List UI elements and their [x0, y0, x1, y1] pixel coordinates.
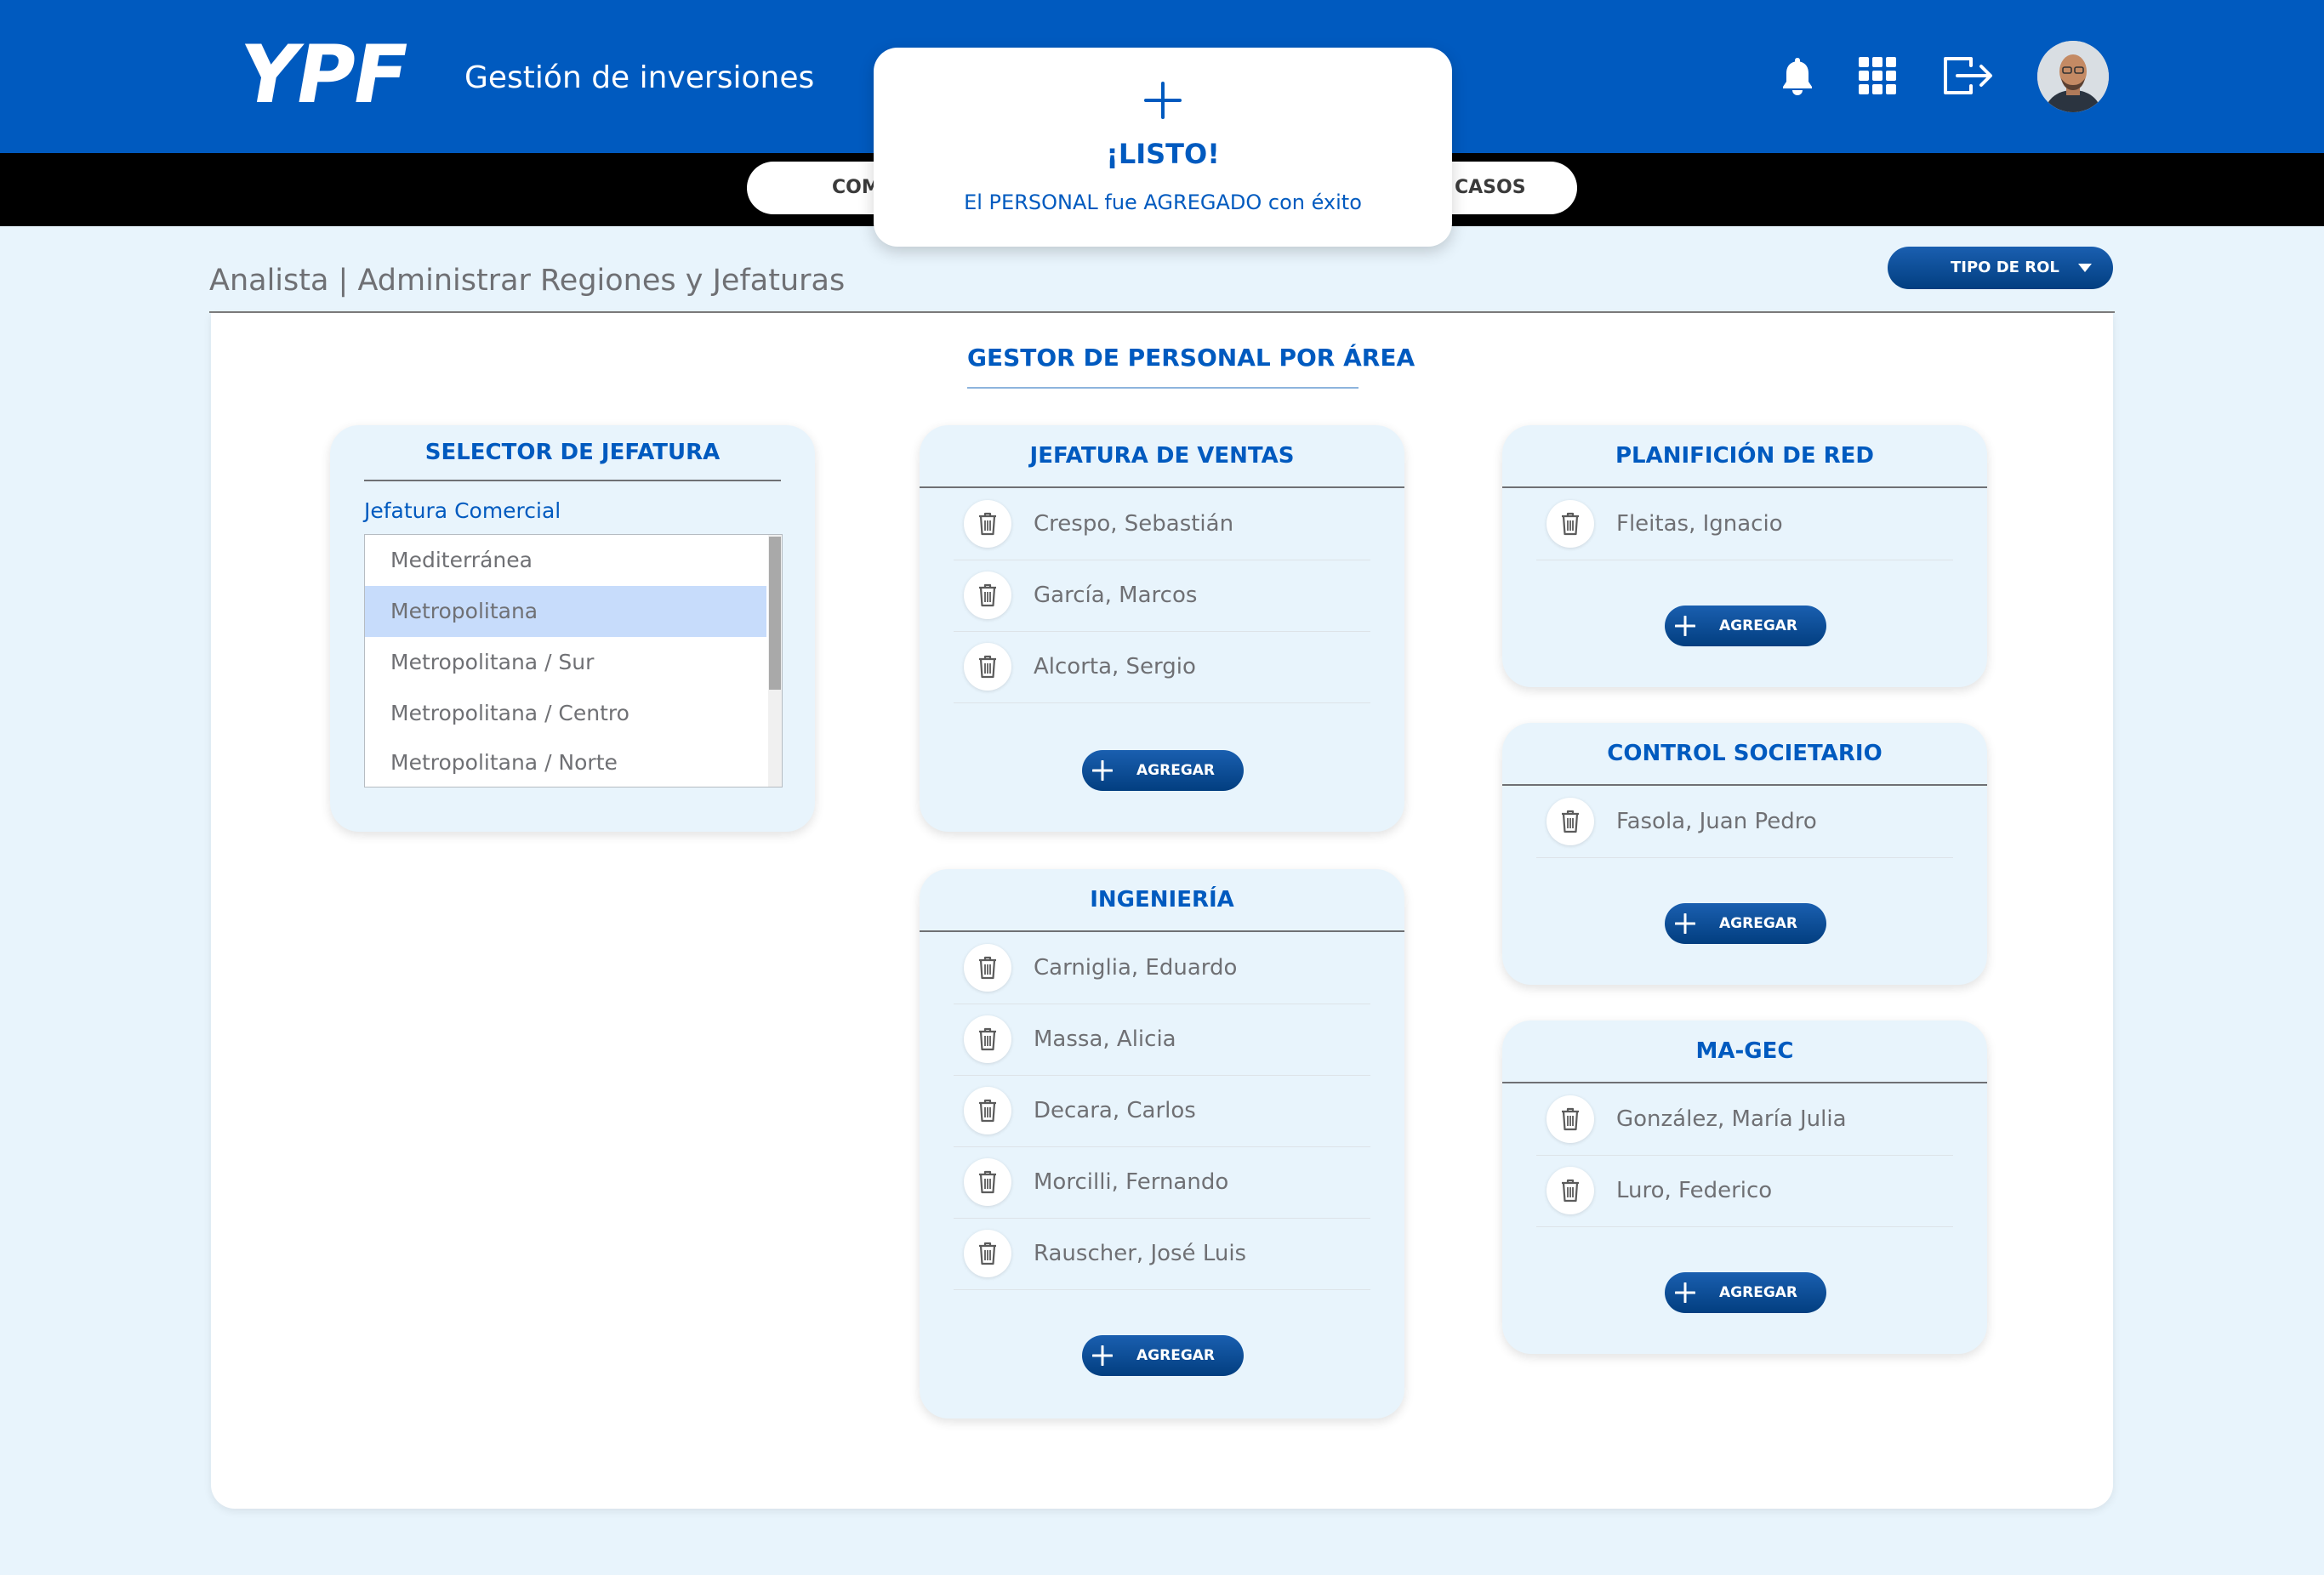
- role-type-label: TIPO DE ROL: [1951, 259, 2059, 276]
- option-mediterranea[interactable]: Mediterránea: [365, 535, 766, 586]
- card-title: CONTROL SOCIETARIO: [1502, 723, 1987, 786]
- option-metropolitana-norte[interactable]: Metropolitana / Norte: [365, 737, 766, 787]
- person-name: Massa, Alicia: [1034, 1026, 1176, 1052]
- logout-icon[interactable]: [1941, 49, 1994, 102]
- card-title: INGENIERÍA: [920, 869, 1404, 932]
- plus-icon: [1092, 760, 1113, 781]
- list-item: Alcorta, Sergio: [954, 631, 1370, 703]
- list-item: Morcilli, Fernando: [954, 1146, 1370, 1219]
- trash-icon[interactable]: [964, 1230, 1011, 1277]
- card-jefatura-ventas: JEFATURA DE VENTAS Crespo, Sebastián Gar…: [920, 425, 1404, 832]
- trash-icon[interactable]: [1546, 500, 1594, 548]
- add-button[interactable]: AGREGAR: [1665, 1272, 1826, 1313]
- list-item: Crespo, Sebastián: [954, 488, 1370, 560]
- card-title: MA-GEC: [1502, 1021, 1987, 1083]
- list-item: García, Marcos: [954, 560, 1370, 632]
- trash-icon[interactable]: [1546, 798, 1594, 845]
- add-button-label: AGREGAR: [1136, 762, 1216, 779]
- toast-title: ¡LISTO!: [1106, 138, 1220, 170]
- person-name: González, María Julia: [1616, 1106, 1847, 1132]
- card-title: PLANIFICIÓN DE RED: [1502, 425, 1987, 488]
- card-planificacion-red: PLANIFICIÓN DE RED Fleitas, Ignacio AGRE…: [1502, 425, 1987, 687]
- list-item: Fasola, Juan Pedro: [1536, 786, 1953, 858]
- list-item: Carniglia, Eduardo: [954, 932, 1370, 1004]
- card-ma-gec: MA-GEC González, María Julia Luro, Feder…: [1502, 1021, 1987, 1354]
- trash-icon[interactable]: [964, 944, 1011, 992]
- listbox-scroll-thumb[interactable]: [769, 537, 781, 690]
- add-button-label: AGREGAR: [1136, 1347, 1216, 1364]
- plus-icon: [1675, 1282, 1695, 1303]
- listbox-scrollbar[interactable]: [768, 535, 782, 787]
- person-name: Decara, Carlos: [1034, 1098, 1196, 1123]
- person-name: Fasola, Juan Pedro: [1616, 809, 1817, 834]
- success-toast: ¡LISTO! El PERSONAL fue AGREGADO con éxi…: [874, 48, 1452, 247]
- person-name: Rauscher, José Luis: [1034, 1241, 1247, 1266]
- toast-message: El PERSONAL fue AGREGADO con éxito: [964, 190, 1362, 214]
- add-button-label: AGREGAR: [1719, 915, 1798, 932]
- person-name: Carniglia, Eduardo: [1034, 955, 1238, 981]
- plus-icon: [1675, 616, 1695, 636]
- list-item: Luro, Federico: [1536, 1155, 1953, 1227]
- add-button[interactable]: AGREGAR: [1665, 903, 1826, 944]
- user-avatar[interactable]: [2037, 41, 2109, 112]
- list-item: Massa, Alicia: [954, 1004, 1370, 1076]
- selector-title-underline: [364, 480, 781, 481]
- apps-grid-icon[interactable]: [1851, 49, 1904, 102]
- list-item: Decara, Carlos: [954, 1075, 1370, 1147]
- list-item: Fleitas, Ignacio: [1536, 488, 1953, 560]
- option-metropolitana-centro[interactable]: Metropolitana / Centro: [365, 688, 766, 739]
- person-name: Luro, Federico: [1616, 1178, 1773, 1203]
- trash-icon[interactable]: [964, 1087, 1011, 1134]
- trash-icon[interactable]: [1546, 1095, 1594, 1143]
- option-metropolitana[interactable]: Metropolitana: [365, 586, 766, 637]
- trash-icon[interactable]: [1546, 1167, 1594, 1214]
- card-control-societario: CONTROL SOCIETARIO Fasola, Juan Pedro AG…: [1502, 723, 1987, 985]
- trash-icon[interactable]: [964, 1158, 1011, 1206]
- trash-icon[interactable]: [964, 1015, 1011, 1063]
- bell-icon[interactable]: [1771, 49, 1824, 102]
- selector-title: SELECTOR DE JEFATURA: [424, 440, 721, 465]
- trash-icon[interactable]: [964, 643, 1011, 691]
- list-item: González, María Julia: [1536, 1083, 1953, 1156]
- selector-label: Jefatura Comercial: [364, 498, 561, 523]
- plus-icon: [1092, 1345, 1113, 1366]
- person-name: Fleitas, Ignacio: [1616, 511, 1783, 537]
- app-title: Gestión de inversiones: [464, 60, 815, 95]
- add-button-label: AGREGAR: [1719, 1284, 1798, 1301]
- card-ingenieria: INGENIERÍA Carniglia, Eduardo Massa, Ali…: [920, 869, 1404, 1419]
- plus-icon: [1675, 913, 1695, 934]
- add-button[interactable]: AGREGAR: [1665, 606, 1826, 646]
- page-title-underline: [967, 387, 1359, 389]
- trash-icon[interactable]: [964, 500, 1011, 548]
- page-title: GESTOR DE PERSONAL POR ÁREA: [967, 344, 1415, 372]
- list-item: Rauscher, José Luis: [954, 1218, 1370, 1290]
- option-metropolitana-sur[interactable]: Metropolitana / Sur: [365, 637, 766, 688]
- selector-card: SELECTOR DE JEFATURA Jefatura Comercial …: [330, 425, 815, 832]
- breadcrumb: Analista | Administrar Regiones y Jefatu…: [209, 264, 846, 298]
- jefatura-listbox[interactable]: Mediterránea Metropolitana Metropolitana…: [364, 534, 783, 788]
- trash-icon[interactable]: [964, 571, 1011, 619]
- add-button[interactable]: AGREGAR: [1082, 750, 1244, 791]
- person-name: Crespo, Sebastián: [1034, 511, 1234, 537]
- nav-item-casos[interactable]: CASOS: [1455, 162, 1526, 214]
- add-button[interactable]: AGREGAR: [1082, 1335, 1244, 1376]
- person-name: Morcilli, Fernando: [1034, 1169, 1229, 1195]
- card-title: JEFATURA DE VENTAS: [920, 425, 1404, 488]
- person-name: García, Marcos: [1034, 583, 1198, 608]
- caret-down-icon: [2078, 264, 2092, 272]
- add-button-label: AGREGAR: [1719, 617, 1798, 634]
- role-type-dropdown[interactable]: TIPO DE ROL: [1888, 247, 2113, 289]
- person-name: Alcorta, Sergio: [1034, 654, 1196, 679]
- plus-icon: [1142, 80, 1183, 121]
- ypf-logo[interactable]: YPF: [206, 29, 440, 122]
